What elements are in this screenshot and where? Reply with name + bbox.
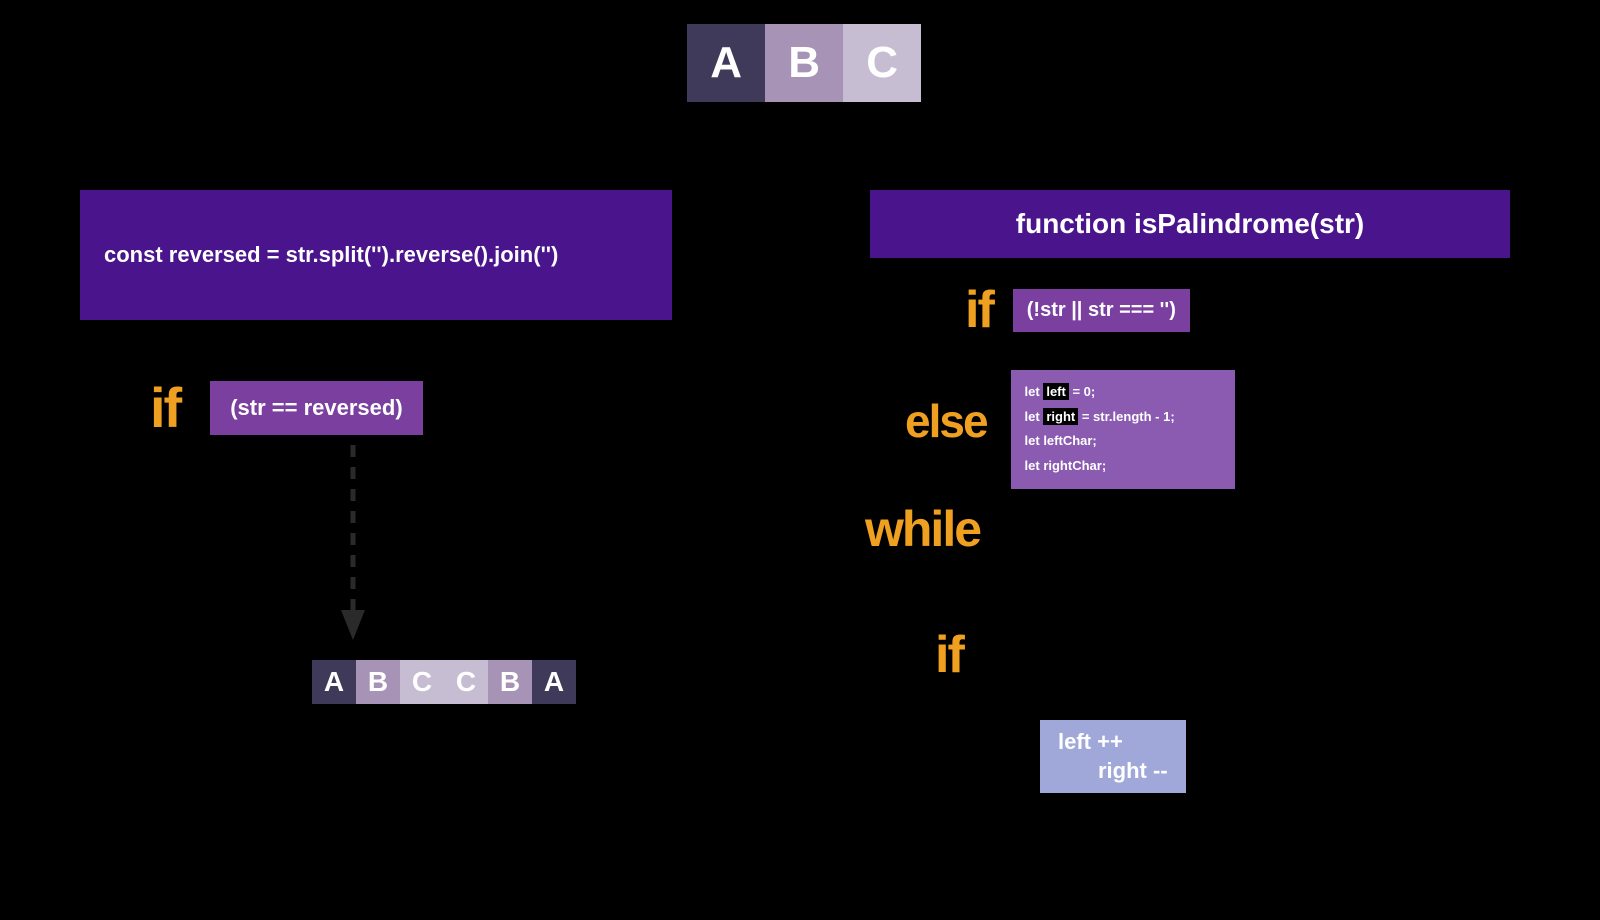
else-row: else let left = 0; let right = str.lengt…	[905, 370, 1235, 489]
else-line-3: let leftChar;	[1025, 429, 1175, 454]
pal-char-5: A	[532, 660, 576, 704]
while-keyword: while	[865, 500, 980, 558]
while-right-box: right	[1125, 514, 1189, 545]
str-label: str =	[571, 33, 677, 93]
left-if-row: if (str == reversed)	[150, 375, 423, 440]
if2-keyword: if	[935, 625, 963, 685]
incdec-line2: right --	[1058, 757, 1168, 786]
if2-leftchar-box: leftChar	[985, 632, 1104, 678]
function-header-text: function isPalindrome(str)	[1016, 208, 1364, 240]
pal-char-3: C	[444, 660, 488, 704]
assign-rightchar: rightChar = str.charAt(right)	[1135, 575, 1332, 593]
arrow-down-icon	[338, 445, 368, 645]
assignments-row: leftChar = str.charAt(left) rightChar = …	[900, 575, 1331, 593]
less-than-icon: <	[1078, 507, 1101, 552]
right-if-row: if (!str || str === '') true	[965, 280, 1258, 340]
char-c: C	[843, 24, 921, 102]
palindrome-row: true A B C C B A	[230, 660, 576, 704]
else-keyword: else	[905, 394, 987, 448]
pal-char-0: A	[312, 660, 356, 704]
pal-char-2: C	[400, 660, 444, 704]
right-if-result: true	[1210, 293, 1258, 327]
reversed-code-text: const reversed = str.split('').reverse()…	[104, 242, 558, 268]
char-a: A	[687, 24, 765, 102]
function-header: function isPalindrome(str)	[870, 190, 1510, 258]
else-line-2: let right = str.length - 1;	[1025, 405, 1175, 430]
pal-char-4: B	[488, 660, 532, 704]
while-row: while left < right	[865, 500, 1190, 558]
right-if2-row: if leftChar == rightChar	[935, 625, 1322, 685]
else-line-4: let rightChar;	[1025, 454, 1175, 479]
left-true-label: true	[230, 661, 288, 703]
top-content: str = ' A B C ' false	[0, 18, 1600, 108]
char-b: B	[765, 24, 843, 102]
while-left-box: left	[1004, 514, 1054, 545]
top-result: false	[961, 42, 1029, 84]
right-if-condition: (!str || str === '')	[1013, 289, 1190, 332]
incdec-line1: left ++	[1058, 728, 1168, 757]
pal-char-1: B	[356, 660, 400, 704]
if-keyword-right: if	[965, 280, 993, 340]
else-line-1: let left = 0;	[1025, 380, 1175, 405]
incdec-block: left ++ right --	[1040, 720, 1186, 793]
left-condition: (str == reversed)	[210, 381, 422, 435]
open-quote: '	[669, 0, 680, 43]
if-keyword-left: if	[150, 375, 180, 440]
reversed-code-block: const reversed = str.split('').reverse()…	[80, 190, 672, 320]
if2-rightchar-box: rightChar	[1187, 632, 1322, 678]
equals-icon: ==	[1126, 638, 1165, 672]
close-quote: '	[928, 0, 939, 43]
else-body-block: let left = 0; let right = str.length - 1…	[1011, 370, 1235, 489]
not-palindrome-text: this is not a palindrome	[60, 850, 395, 887]
assign-leftchar: leftChar = str.charAt(left)	[900, 575, 1075, 593]
